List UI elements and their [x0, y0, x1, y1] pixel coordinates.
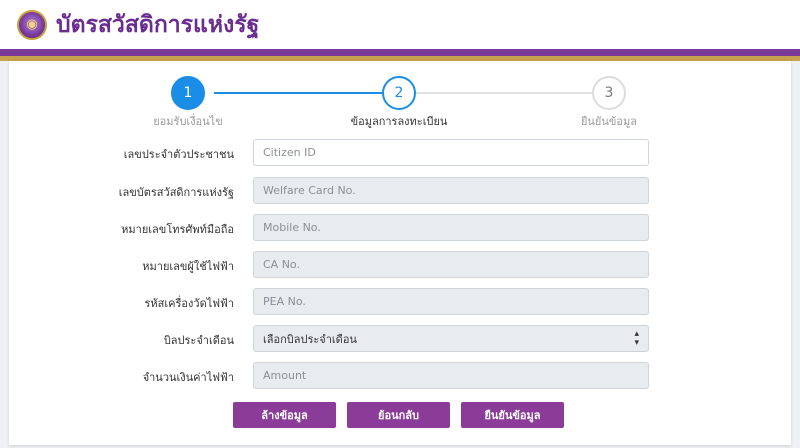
- pea-no-input[interactable]: [253, 288, 649, 315]
- stepper-line-pending: [413, 92, 598, 94]
- ca-no-row: หมายเลขผู้ใช้ไฟฟ้า: [9, 251, 791, 278]
- pea-no-label: รหัสเครื่องวัดไฟฟ้า: [144, 297, 234, 310]
- header-stripe-purple: [0, 49, 800, 56]
- step-3-circle: 3: [592, 76, 626, 110]
- ca-no-label: หมายเลขผู้ใช้ไฟฟ้า: [142, 260, 234, 273]
- ca-no-input[interactable]: [253, 251, 649, 278]
- step-2-label: ข้อมูลการลงทะเบียน: [350, 115, 448, 128]
- step-1-circle: 1: [171, 76, 205, 110]
- monthly-bill-selected-value: เลือกบิลประจำเดือน: [263, 332, 357, 346]
- clear-button[interactable]: ล้างข้อมูล: [233, 402, 336, 428]
- monthly-bill-row: บิลประจำเดือน เลือกบิลประจำเดือน ▴ ▾: [9, 325, 791, 352]
- welfare-card-input[interactable]: [253, 177, 649, 204]
- mobile-row: หมายเลขโทรศัพท์มือถือ: [9, 214, 791, 241]
- app-header: ◉ บัตรสวัสดิการแห่งรัฐ: [0, 0, 800, 49]
- monthly-bill-select[interactable]: เลือกบิลประจำเดือน ▴ ▾: [253, 325, 649, 352]
- welfare-card-row: เลขบัตรสวัสดิการแห่งรัฐ: [9, 177, 791, 204]
- mobile-input[interactable]: [253, 214, 649, 241]
- back-button[interactable]: ย้อนกลับ: [347, 402, 450, 428]
- monthly-bill-label: บิลประจำเดือน: [163, 334, 234, 347]
- amount-label: จำนวนเงินค่าไฟฟ้า: [142, 371, 234, 384]
- mobile-label: หมายเลขโทรศัพท์มือถือ: [121, 223, 234, 236]
- citizen-id-row: เลขประจำตัวประชาชน: [9, 139, 791, 166]
- amount-row: จำนวนเงินค่าไฟฟ้า: [9, 362, 791, 389]
- welfare-card-label: เลขบัตรสวัสดิการแห่งรัฐ: [118, 186, 234, 199]
- confirm-button[interactable]: ยืนยันข้อมูล: [461, 402, 564, 428]
- select-arrows-icon: ▴ ▾: [634, 328, 639, 348]
- step-3-label: ยืนยันข้อมูล: [580, 115, 638, 128]
- citizen-id-input[interactable]: [253, 139, 649, 166]
- emblem-logo-icon: ◉: [17, 9, 47, 40]
- amount-input[interactable]: [253, 362, 649, 389]
- step-2-circle: 2: [382, 76, 416, 110]
- app-title: บัตรสวัสดิการแห่งรัฐ: [56, 11, 260, 38]
- citizen-id-label: เลขประจำตัวประชาชน: [123, 148, 234, 161]
- pea-no-row: รหัสเครื่องวัดไฟฟ้า: [9, 288, 791, 315]
- stepper-line-completed: [214, 92, 389, 94]
- registration-card: 1 2 3 ยอมรับเงื่อนไข ข้อมูลการลงทะเบียน …: [9, 61, 791, 445]
- step-1-label: ยอมรับเงื่อนไข: [153, 115, 223, 128]
